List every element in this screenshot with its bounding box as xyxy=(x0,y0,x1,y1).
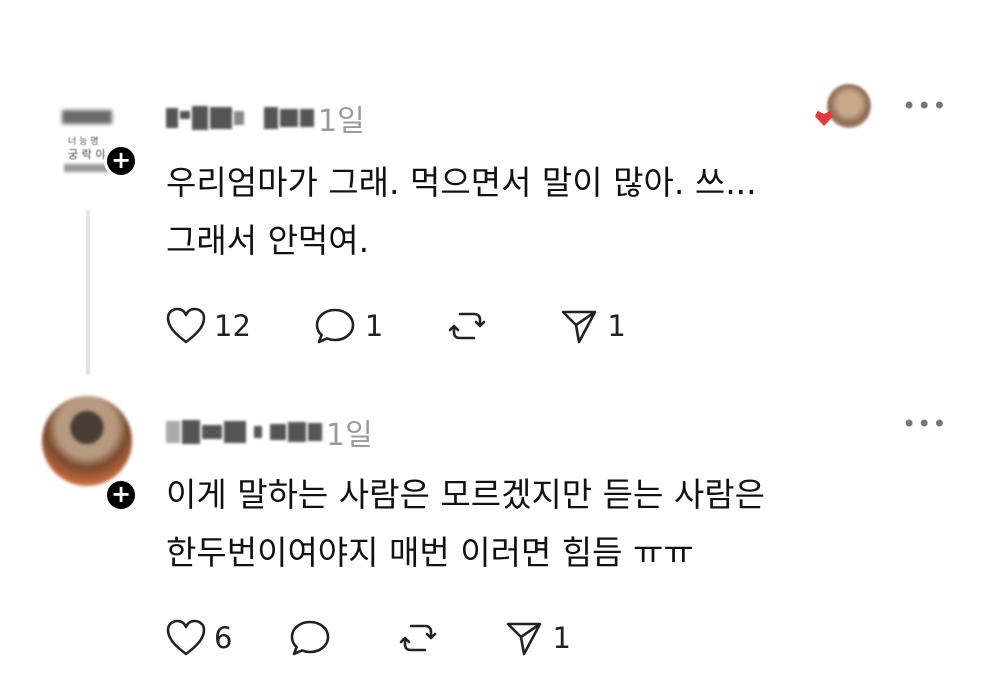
share-icon xyxy=(507,622,542,656)
action-bar: 12 1 1 xyxy=(166,306,688,346)
avatar-image xyxy=(42,396,132,486)
comment-1: 너 능 명 궁 락 이 + 1일 ••• 우리엄마가 그래. 먹으면서 말이 많… xyxy=(0,0,993,380)
more-options-icon[interactable]: ••• xyxy=(902,94,947,118)
comment-header: 1일 xyxy=(166,410,373,454)
comment-2: + 1일 ••• 이게 말하는 사람은 모르겠지만 듣는 사람은 한두번이여야지… xyxy=(0,380,993,687)
share-icon xyxy=(562,310,597,344)
follow-plus-icon[interactable]: + xyxy=(104,144,138,178)
more-options-icon[interactable]: ••• xyxy=(902,412,947,436)
repost-icon xyxy=(449,312,486,340)
blurred-calligraphy xyxy=(62,110,112,124)
timestamp: 1일 xyxy=(318,104,365,139)
reply-count: 1 xyxy=(364,309,384,343)
reply-button[interactable] xyxy=(288,618,340,658)
action-bar: 6 1 xyxy=(166,618,633,658)
repost-button[interactable] xyxy=(396,618,448,658)
blurred-footnote xyxy=(64,164,110,172)
reply-button[interactable]: 1 xyxy=(313,306,383,346)
repost-button[interactable] xyxy=(445,306,497,346)
comment-text: 우리엄마가 그래. 먹으면서 말이 많아. 쓰... 그래서 안먹여. xyxy=(166,163,757,260)
liked-by-author-avatar[interactable] xyxy=(815,84,871,130)
repost-icon xyxy=(400,624,437,652)
share-button[interactable]: 1 xyxy=(559,306,626,346)
like-button[interactable]: 6 xyxy=(166,619,232,657)
share-count: 1 xyxy=(552,621,571,655)
avatar-caption-2: 궁 락 이 xyxy=(68,148,106,161)
avatar-2[interactable]: + xyxy=(42,396,152,512)
heart-icon xyxy=(166,619,206,656)
author-avatar-image xyxy=(827,84,871,128)
comment-header: 1일 xyxy=(166,96,365,140)
comment-icon xyxy=(291,620,330,656)
timestamp: 1일 xyxy=(326,418,373,453)
username-blurred[interactable] xyxy=(166,103,314,133)
like-count: 6 xyxy=(214,621,233,655)
like-button[interactable]: 12 xyxy=(166,307,251,345)
thread-line xyxy=(86,210,90,375)
like-count: 12 xyxy=(214,309,251,343)
follow-plus-icon[interactable]: + xyxy=(104,478,138,512)
avatar-1[interactable]: 너 능 명 궁 락 이 + xyxy=(52,100,152,190)
share-button[interactable]: 1 xyxy=(504,618,571,658)
heart-icon xyxy=(166,307,206,344)
red-heart-icon xyxy=(815,110,833,126)
comment-icon xyxy=(315,308,355,344)
share-count: 1 xyxy=(607,309,626,343)
username-blurred[interactable] xyxy=(166,417,322,447)
comment-text: 이게 말하는 사람은 모르겠지만 듣는 사람은 한두번이여야지 매번 이러면 힘… xyxy=(166,475,765,572)
